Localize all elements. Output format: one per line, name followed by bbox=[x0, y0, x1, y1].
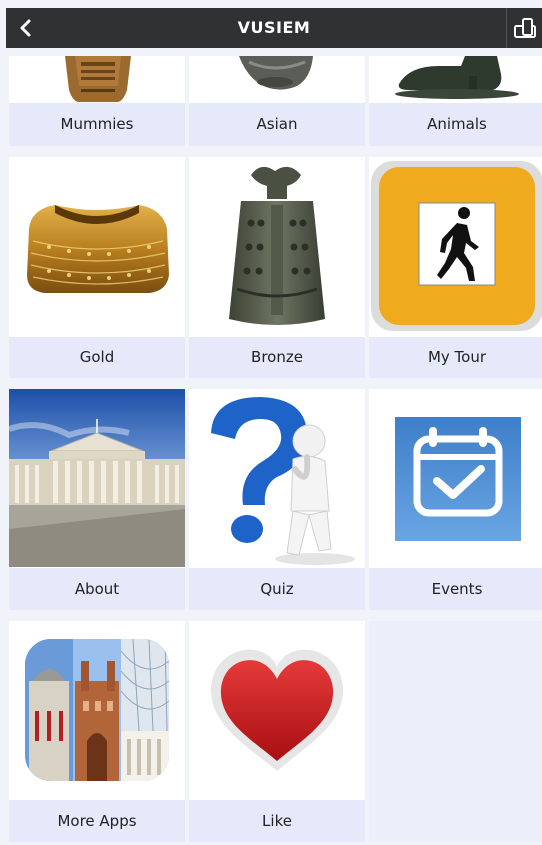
mummy-coffin-image bbox=[9, 56, 185, 102]
chevron-left-icon bbox=[20, 19, 31, 37]
screen-rotate-icon bbox=[513, 18, 536, 38]
grid-item-about[interactable]: About bbox=[9, 389, 185, 610]
app-screen: VUSIEM Mummies Asian Animals Gold Bronze… bbox=[0, 0, 542, 845]
grid-item-quiz[interactable]: Quiz bbox=[189, 389, 365, 610]
walking-person-icon bbox=[369, 157, 542, 337]
grid-item-like[interactable]: Like bbox=[189, 621, 365, 842]
grid-item-bronze[interactable]: Bronze bbox=[189, 157, 365, 378]
museum-building-image bbox=[9, 389, 185, 567]
grid-item-events[interactable]: Events bbox=[369, 389, 542, 610]
question-mark-figure-image bbox=[189, 389, 365, 567]
asian-sculpture-image bbox=[189, 56, 365, 102]
empty-grid-cell bbox=[369, 621, 542, 842]
museum-collage-image bbox=[9, 621, 185, 799]
grid-item-label: My Tour bbox=[369, 337, 542, 378]
grid-item-mummies[interactable]: Mummies bbox=[9, 56, 185, 146]
grid-item-label: Like bbox=[189, 800, 365, 842]
heart-icon bbox=[189, 621, 365, 799]
grid-item-label: More Apps bbox=[9, 800, 185, 842]
grid-item-label: Quiz bbox=[189, 568, 365, 610]
app-header: VUSIEM bbox=[6, 8, 542, 48]
grid-item-more-apps[interactable]: More Apps bbox=[9, 621, 185, 842]
grid-item-animals[interactable]: Animals bbox=[369, 56, 542, 146]
grid-item-label: About bbox=[9, 568, 185, 610]
grid-item-label: Asian bbox=[189, 103, 365, 146]
grid-item-label: Bronze bbox=[189, 337, 365, 378]
grid-item-label: Gold bbox=[9, 337, 185, 378]
grid-item-label: Mummies bbox=[9, 103, 185, 146]
grid-item-asian[interactable]: Asian bbox=[189, 56, 365, 146]
bronze-bell-image bbox=[189, 157, 365, 337]
grid-item-my-tour[interactable]: My Tour bbox=[369, 157, 542, 378]
grid-item-gold[interactable]: Gold bbox=[9, 157, 185, 378]
calendar-check-icon bbox=[369, 389, 542, 567]
grid-item-label: Animals bbox=[369, 103, 542, 146]
back-button[interactable] bbox=[6, 8, 46, 48]
screen-rotate-button[interactable] bbox=[506, 8, 542, 48]
app-title: VUSIEM bbox=[237, 18, 311, 37]
grid-item-label: Events bbox=[369, 568, 542, 610]
gold-cape-image bbox=[9, 157, 185, 337]
animal-sculpture-image bbox=[369, 56, 542, 102]
